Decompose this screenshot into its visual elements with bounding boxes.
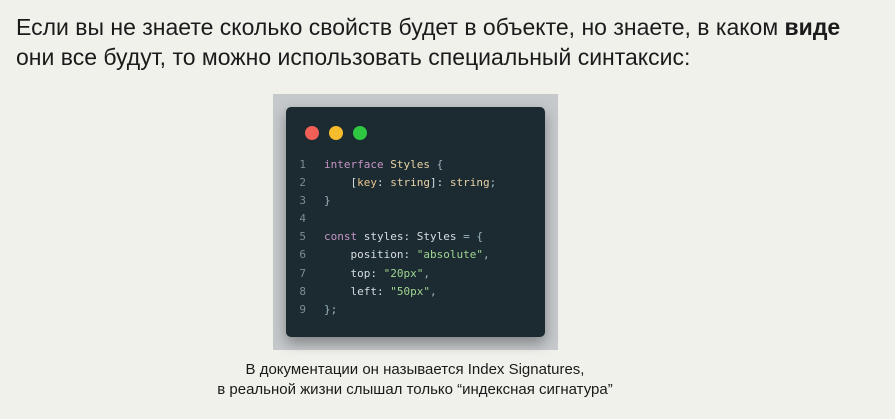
code-window: 1 interface Styles {2 [key: string]: stri…: [286, 107, 545, 337]
code-token: interface: [324, 158, 384, 171]
code-line: 5 const styles: Styles = {: [286, 228, 545, 246]
code-token: ,: [423, 266, 430, 280]
intro-text-part1: Если вы не знаете сколько свойств будет …: [16, 14, 785, 40]
code-token: }: [324, 194, 331, 208]
code-token: {: [429, 158, 444, 171]
code-line: 6 position: "absolute",: [286, 246, 545, 264]
code-token: "50px": [390, 284, 430, 298]
maximize-dot-icon: [353, 126, 367, 140]
code-block: 1 interface Styles {2 [key: string]: stri…: [286, 156, 545, 319]
code-token: position:: [324, 248, 417, 262]
caption-line-1: В документации он называется Index Signa…: [245, 361, 585, 378]
code-token: top:: [324, 266, 384, 280]
intro-text-bold: виде: [784, 14, 841, 40]
code-text: interface Styles {: [306, 156, 443, 174]
code-screenshot-frame: 1 interface Styles {2 [key: string]: stri…: [273, 94, 558, 350]
code-line: 4: [286, 210, 545, 228]
code-token: left:: [324, 284, 391, 298]
line-number: 9: [299, 302, 306, 316]
code-token: ]:: [430, 176, 450, 190]
code-text: };: [306, 301, 337, 319]
code-token: Styles: [416, 230, 457, 244]
code-line: 3}: [286, 192, 545, 210]
code-line: 9};: [286, 301, 545, 319]
line-number: 6: [299, 248, 306, 262]
line-number: 8: [299, 284, 306, 298]
code-text: top: "20px",: [306, 265, 430, 283]
line-number: 7: [299, 266, 306, 280]
intro-paragraph: Если вы не знаете сколько свойств будет …: [16, 12, 876, 72]
code-text: position: "absolute",: [306, 246, 490, 264]
code-token: = {: [456, 230, 483, 244]
code-token: :: [377, 176, 391, 190]
code-text: left: "50px",: [306, 283, 437, 301]
code-token: ,: [429, 284, 437, 298]
minimize-dot-icon: [329, 126, 343, 140]
line-number: 4: [299, 212, 306, 226]
code-token: [: [324, 176, 358, 190]
line-number: 2: [299, 176, 306, 190]
caption: В документации он называется Index Signa…: [0, 360, 830, 400]
code-token: "absolute": [416, 248, 483, 262]
line-number: 1: [299, 158, 306, 171]
close-dot-icon: [305, 126, 319, 140]
code-token: key: [357, 176, 377, 190]
code-token: ;: [489, 176, 497, 190]
code-token: ,: [482, 248, 490, 262]
code-token: Styles: [390, 158, 430, 171]
code-line: 7 top: "20px",: [286, 265, 545, 283]
code-token: const: [324, 230, 358, 244]
code-line: 8 left: "50px",: [286, 283, 545, 301]
code-token: string: [390, 176, 430, 190]
code-token: string: [449, 176, 490, 190]
code-text: [key: string]: string;: [306, 174, 496, 192]
code-line: 2 [key: string]: string;: [286, 174, 545, 192]
caption-line-2: в реальной жизни слышал только “индексна…: [217, 381, 613, 398]
window-controls: [305, 126, 367, 140]
code-text: const styles: Styles = {: [306, 228, 483, 246]
code-text: }: [306, 192, 331, 210]
code-token: };: [324, 302, 338, 316]
intro-text-part2: они все будут, то можно использовать спе…: [16, 44, 691, 70]
line-number: 5: [299, 230, 306, 244]
code-token: "20px": [383, 266, 424, 280]
code-token: styles:: [357, 230, 417, 244]
line-number: 3: [299, 194, 306, 208]
code-line: 1 interface Styles {: [286, 156, 545, 174]
